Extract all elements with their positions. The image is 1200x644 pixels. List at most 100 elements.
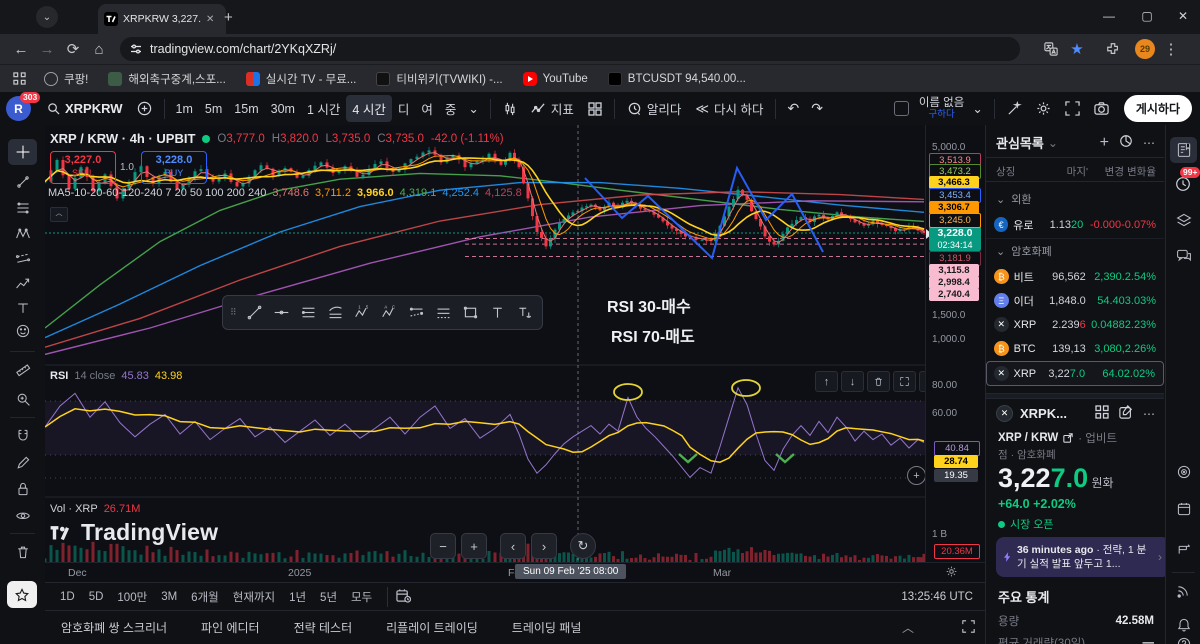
zoom-in-button[interactable]: + bbox=[461, 533, 487, 559]
layers-tab-icon[interactable] bbox=[1170, 207, 1197, 233]
tf-month[interactable]: 중 bbox=[439, 95, 463, 122]
tf-30m[interactable]: 30m bbox=[265, 98, 301, 120]
watchlist-section-crypto[interactable]: ⌄암호화폐 bbox=[996, 243, 1052, 259]
zoom-in-tool[interactable] bbox=[8, 386, 37, 412]
watchlist-row-eur[interactable]: € 유로 1.1320 -0.000 -0.07% bbox=[986, 213, 1164, 236]
news-tab-icon[interactable] bbox=[1170, 577, 1197, 603]
pattern-tool[interactable] bbox=[8, 221, 37, 247]
watchlist-row-xrpusd[interactable]: ✕ XRP 2.2396 0.0488 2.23% bbox=[986, 313, 1164, 336]
panel-fullscreen-icon[interactable] bbox=[962, 620, 975, 636]
arrow-tool[interactable] bbox=[8, 271, 37, 297]
range-1y[interactable]: 1년 bbox=[282, 586, 313, 608]
ft-flat-channel[interactable] bbox=[431, 300, 457, 326]
address-bar[interactable]: tradingview.com/chart/2YKqXZRj/ bbox=[120, 37, 1020, 61]
chat-tab-icon[interactable] bbox=[1170, 243, 1197, 269]
undo-button[interactable]: ↶ bbox=[781, 96, 805, 121]
watchlist-title[interactable]: 관심목록 bbox=[996, 133, 1044, 152]
home-button[interactable]: ⌂ bbox=[86, 36, 112, 62]
layout-name-button[interactable]: 이름 없음 구하다 bbox=[919, 97, 965, 121]
indicators-button[interactable]: 지표 bbox=[524, 95, 581, 122]
drag-handle[interactable]: ⠿ bbox=[227, 307, 241, 318]
new-tab-button[interactable]: + bbox=[224, 9, 233, 26]
ft-disjoint-channel[interactable] bbox=[404, 300, 430, 326]
window-maximize-button[interactable]: ▢ bbox=[1128, 0, 1166, 32]
extensions-icon[interactable] bbox=[1100, 36, 1126, 62]
snapshot-button[interactable] bbox=[1087, 97, 1116, 120]
tab-trading-panel[interactable]: 트레이딩 패널 bbox=[512, 619, 582, 636]
watchlist-row-eth[interactable]: Ξ 이더 1,848.0 54.40 3.03% bbox=[986, 289, 1164, 312]
forward-button[interactable]: → bbox=[34, 36, 60, 62]
tf-1m[interactable]: 1m bbox=[170, 98, 199, 120]
fullscreen-button[interactable] bbox=[1058, 97, 1087, 120]
ft-rectangle[interactable] bbox=[458, 300, 484, 326]
tf-1h[interactable]: 1 시간 bbox=[301, 95, 346, 122]
trendline-tool[interactable] bbox=[8, 169, 37, 195]
chart-style-button[interactable] bbox=[496, 98, 524, 120]
measure-tool[interactable] bbox=[8, 357, 37, 383]
replay-button[interactable]: ≪ 다시 하다 bbox=[688, 95, 770, 122]
tf-week[interactable]: 여 bbox=[415, 95, 439, 122]
chart-area[interactable]: XRP / KRW · 4h · UPBIT O3,777.0 H3,820.0… bbox=[45, 125, 925, 562]
watchlist-chevron[interactable]: ⌄ bbox=[1048, 136, 1058, 150]
bookmark-livetv[interactable]: 실시간 TV - 무료... bbox=[238, 68, 365, 90]
bookmark-star-icon[interactable]: ★ bbox=[1064, 36, 1090, 62]
details-layout-icon[interactable] bbox=[1095, 405, 1109, 422]
alert-button[interactable]: 알리다 bbox=[620, 95, 689, 122]
rsi-legend[interactable]: RSI 14 close 45.83 43.98 bbox=[50, 370, 182, 382]
annotation-rsi-buy[interactable]: RSI 30-매수 bbox=[607, 293, 691, 317]
range-5d[interactable]: 5D bbox=[82, 588, 111, 606]
chart-symbol-title[interactable]: XRP / KRW · 4h · UPBIT bbox=[50, 131, 195, 146]
window-minimize-button[interactable]: — bbox=[1090, 0, 1128, 32]
go-to-date-button[interactable] bbox=[396, 588, 411, 606]
bookmark-coupang[interactable]: 쿠팡! bbox=[36, 68, 96, 90]
news-banner[interactable]: 36 minutes ago · 전략, 1 분기 실적 발표 앞두고 1...… bbox=[996, 537, 1170, 577]
ft-horizontal-line[interactable] bbox=[269, 300, 295, 326]
symbol-search-button[interactable]: XRPKRW bbox=[40, 97, 130, 120]
browser-menu-icon[interactable]: ⋮ bbox=[1158, 36, 1184, 62]
bookmark-btcusdt[interactable]: BTCUSDT 94,540.00... bbox=[600, 69, 754, 89]
window-close-button[interactable]: ✕ bbox=[1164, 0, 1200, 32]
watchlist-heatmap-icon[interactable] bbox=[1119, 134, 1133, 151]
panel-expand-icon[interactable]: ︿ bbox=[902, 619, 914, 636]
ft-trendline[interactable] bbox=[242, 300, 268, 326]
details-menu-icon[interactable]: ⋯ bbox=[1143, 407, 1156, 421]
tab-strategy-tester[interactable]: 전략 테스터 bbox=[294, 619, 353, 636]
lock-drawings-tool[interactable] bbox=[8, 476, 37, 502]
tf-day[interactable]: 디 bbox=[392, 95, 416, 122]
tab-pine-editor[interactable]: 파인 에디터 bbox=[201, 619, 260, 636]
range-1d[interactable]: 1D bbox=[53, 588, 82, 606]
ft-text[interactable] bbox=[485, 300, 511, 326]
annotation-rsi-sell[interactable]: RSI 70-매도 bbox=[611, 323, 695, 347]
tab-crypto-screener[interactable]: 암호화폐 쌍 스크리너 bbox=[61, 619, 167, 636]
publish-button[interactable]: 게시하다 bbox=[1124, 95, 1192, 122]
tf-15m[interactable]: 15m bbox=[228, 98, 264, 120]
buy-button[interactable]: 3,228.0 BUY bbox=[141, 151, 207, 184]
clock-utc[interactable]: 13:25:46 UTC bbox=[901, 591, 973, 603]
volume-legend[interactable]: Vol · XRP 26.71M bbox=[50, 503, 140, 515]
details-edit-icon[interactable] bbox=[1119, 405, 1133, 422]
back-button[interactable]: ← bbox=[8, 36, 34, 62]
ft-anchored-text[interactable] bbox=[512, 300, 538, 326]
calendar-tab-icon[interactable] bbox=[1170, 496, 1197, 522]
help-tab-icon[interactable] bbox=[1170, 631, 1197, 644]
time-scale[interactable]: Dec 2025 Feb Mar Sun 09 Feb '25 08:00 bbox=[45, 562, 985, 583]
profile-avatar[interactable]: 29 bbox=[1132, 36, 1158, 62]
layout-chevron[interactable]: ⌄ bbox=[966, 97, 988, 120]
tab-close-icon[interactable]: ✕ bbox=[206, 14, 214, 25]
translate-icon[interactable] bbox=[1038, 36, 1064, 62]
settings-button[interactable] bbox=[1029, 97, 1058, 120]
favorites-toolbar-toggle[interactable] bbox=[7, 581, 37, 608]
scroll-left-button[interactable]: ‹ bbox=[500, 533, 526, 559]
rsi-add-alert-button[interactable]: + bbox=[907, 466, 926, 485]
user-avatar[interactable]: R 303 bbox=[0, 92, 40, 125]
range-5y[interactable]: 5년 bbox=[313, 586, 344, 608]
pane-collapse-button[interactable]: ︿ bbox=[50, 207, 68, 222]
fib-tool[interactable] bbox=[8, 195, 37, 221]
tf-5m[interactable]: 5m bbox=[199, 98, 228, 120]
bookmark-tvwiki[interactable]: 티비위키(TVWIKI) -... bbox=[368, 68, 510, 90]
prediction-tool[interactable] bbox=[8, 246, 37, 272]
ft-elliott[interactable]: 15 bbox=[350, 300, 376, 326]
range-all[interactable]: 모두 bbox=[344, 586, 379, 608]
drawing-mode-tool[interactable] bbox=[8, 450, 37, 476]
crosshair-tool[interactable] bbox=[8, 139, 37, 165]
